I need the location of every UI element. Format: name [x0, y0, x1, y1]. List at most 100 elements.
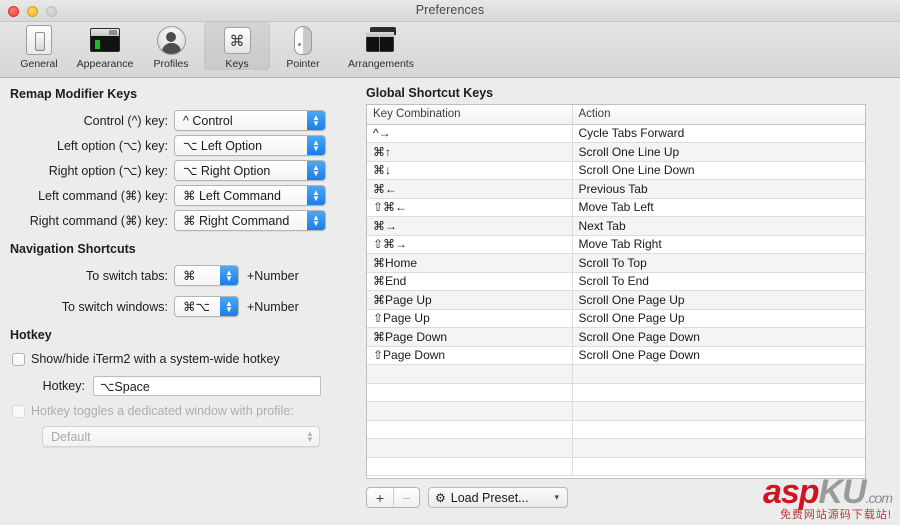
stepper-arrows-icon[interactable]: ▲▼ [301, 427, 319, 446]
stepper-arrows-icon[interactable]: ▲▼ [307, 161, 325, 180]
watermark-ku: KU [819, 473, 866, 511]
add-remove-segmented-control: + − [366, 487, 420, 508]
stepper-arrows-icon[interactable]: ▲▼ [307, 111, 325, 130]
remap-select-right-option-value: ⌥ Right Option [183, 163, 270, 178]
person-circle-icon [155, 24, 187, 56]
cell-key-combination [367, 365, 572, 384]
stepper-arrows-icon[interactable]: ▲▼ [220, 266, 238, 285]
cell-action: Scroll One Line Down [572, 161, 865, 180]
table-row[interactable]: ⌘Page UpScroll One Page Up [367, 291, 865, 310]
load-preset-dropdown[interactable]: ⚙ Load Preset... ▾ [428, 487, 568, 508]
table-row[interactable]: ⇧Page UpScroll One Page Up [367, 309, 865, 328]
stepper-arrows-icon[interactable]: ▲▼ [307, 186, 325, 205]
load-preset-label: Load Preset... [451, 491, 529, 505]
shortcuts-table-body: ^→Cycle Tabs Forward⌘↑Scroll One Line Up… [367, 124, 865, 476]
table-row[interactable]: ^→Cycle Tabs Forward [367, 124, 865, 143]
table-row[interactable]: ⌘Page DownScroll One Page Down [367, 328, 865, 347]
toolbar-item-pointer[interactable]: Pointer [270, 22, 336, 70]
table-row[interactable]: ⌘←Previous Tab [367, 180, 865, 199]
dedicated-window-label: Hotkey toggles a dedicated window with p… [31, 404, 294, 418]
nav-label-switch-tabs: To switch tabs: [0, 269, 168, 283]
add-shortcut-button[interactable]: + [367, 488, 393, 507]
nav-select-switch-tabs[interactable]: ⌘ ▲▼ [174, 265, 239, 286]
toolbar-item-appearance[interactable]: Appearance [72, 22, 138, 70]
remap-select-right-command[interactable]: ⌘ Right Command ▲▼ [174, 210, 326, 231]
toolbar-item-keys[interactable]: ⌘ Keys [204, 22, 270, 70]
cell-action: Scroll To Top [572, 254, 865, 273]
table-row[interactable]: ⇧⌘←Move Tab Left [367, 198, 865, 217]
table-row[interactable] [367, 365, 865, 384]
left-settings-panel: Remap Modifier Keys Control (^) key: ^ C… [0, 78, 352, 525]
table-row[interactable]: ⌘HomeScroll To Top [367, 254, 865, 273]
cell-action: Scroll One Page Up [572, 291, 865, 310]
table-row[interactable] [367, 402, 865, 421]
cell-action: Cycle Tabs Forward [572, 124, 865, 143]
remap-label-control: Control (^) key: [0, 114, 168, 128]
watermark-asp: asp [763, 473, 819, 511]
cell-key-combination: ^→ [367, 124, 572, 143]
table-bottom-bar: + − ⚙ Load Preset... ▾ [366, 487, 568, 508]
cell-key-combination: ⇧⌘→ [367, 235, 572, 254]
cell-key-combination [367, 420, 572, 439]
column-header-key-combination[interactable]: Key Combination [367, 105, 572, 124]
dedicated-window-checkbox[interactable] [12, 405, 25, 418]
cell-key-combination [367, 402, 572, 421]
hotkey-input[interactable]: ⌥Space [93, 376, 321, 396]
toolbar-item-profiles[interactable]: Profiles [138, 22, 204, 70]
cell-key-combination [367, 457, 572, 476]
table-row[interactable]: ⌘→Next Tab [367, 217, 865, 236]
remap-select-left-command[interactable]: ⌘ Left Command ▲▼ [174, 185, 326, 206]
remap-row-left-option: Left option (⌥) key: ⌥ Left Option ▲▼ [0, 135, 326, 156]
hotkey-enable-checkbox[interactable] [12, 353, 25, 366]
shortcuts-table-container[interactable]: Key Combination Action ^→Cycle Tabs Forw… [366, 104, 866, 479]
remap-row-control: Control (^) key: ^ Control ▲▼ [0, 110, 326, 131]
cell-key-combination: ⌘End [367, 272, 572, 291]
hotkey-enable-row[interactable]: Show/hide iTerm2 with a system-wide hotk… [12, 352, 280, 366]
table-row[interactable] [367, 383, 865, 402]
remap-row-right-option: Right option (⌥) key: ⌥ Right Option ▲▼ [0, 160, 326, 181]
watermark-logo: aspKU.com [763, 475, 892, 509]
shortcuts-table: Key Combination Action ^→Cycle Tabs Forw… [367, 105, 865, 476]
cell-action: Next Tab [572, 217, 865, 236]
table-row[interactable]: ⌘↓Scroll One Line Down [367, 161, 865, 180]
stepper-arrows-icon[interactable]: ▲▼ [307, 136, 325, 155]
cell-action [572, 365, 865, 384]
navigation-section-title: Navigation Shortcuts [10, 242, 136, 256]
toolbar-label-pointer: Pointer [286, 58, 319, 70]
remap-select-right-option[interactable]: ⌥ Right Option ▲▼ [174, 160, 326, 181]
toolbar-item-general[interactable]: General [6, 22, 72, 70]
table-row[interactable] [367, 439, 865, 458]
cell-key-combination: ⌘↑ [367, 143, 572, 162]
toolbar-item-arrangements[interactable]: Arrangements [336, 22, 426, 70]
cell-key-combination [367, 383, 572, 402]
remap-select-control-value: ^ Control [183, 114, 233, 128]
remap-select-control[interactable]: ^ Control ▲▼ [174, 110, 326, 131]
global-shortcuts-title: Global Shortcut Keys [366, 86, 493, 100]
nav-select-switch-windows[interactable]: ⌘⌥ ▲▼ [174, 296, 239, 317]
table-row[interactable]: ⌘↑Scroll One Line Up [367, 143, 865, 162]
dedicated-window-row[interactable]: Hotkey toggles a dedicated window with p… [12, 404, 294, 418]
toolbar-label-profiles: Profiles [153, 58, 188, 70]
cell-key-combination: ⇧Page Up [367, 309, 572, 328]
window-title: Preferences [0, 3, 900, 17]
column-header-action[interactable]: Action [572, 105, 865, 124]
stepper-arrows-icon[interactable]: ▲▼ [307, 211, 325, 230]
cell-key-combination: ⌘→ [367, 217, 572, 236]
table-row[interactable]: ⇧Page DownScroll One Page Down [367, 346, 865, 365]
chevron-down-icon: ▾ [554, 492, 559, 503]
remap-select-left-option[interactable]: ⌥ Left Option ▲▼ [174, 135, 326, 156]
table-row[interactable]: ⌘EndScroll To End [367, 272, 865, 291]
stepper-arrows-icon[interactable]: ▲▼ [220, 297, 238, 316]
cell-key-combination: ⇧⌘← [367, 198, 572, 217]
table-row[interactable]: ⇧⌘→Move Tab Right [367, 235, 865, 254]
hotkey-section-title: Hotkey [10, 328, 52, 342]
table-row[interactable] [367, 420, 865, 439]
dedicated-profile-select[interactable]: Default ▲▼ [42, 426, 320, 447]
stacked-windows-icon [365, 24, 397, 56]
cell-action [572, 439, 865, 458]
remap-label-left-command: Left command (⌘) key: [0, 188, 168, 203]
remap-row-left-command: Left command (⌘) key: ⌘ Left Command ▲▼ [0, 185, 326, 206]
command-key-icon: ⌘ [221, 24, 253, 56]
preferences-window: Preferences General Appearance Profiles … [0, 0, 900, 525]
nav-row-switch-tabs: To switch tabs: ⌘ ▲▼ +Number [0, 265, 299, 286]
